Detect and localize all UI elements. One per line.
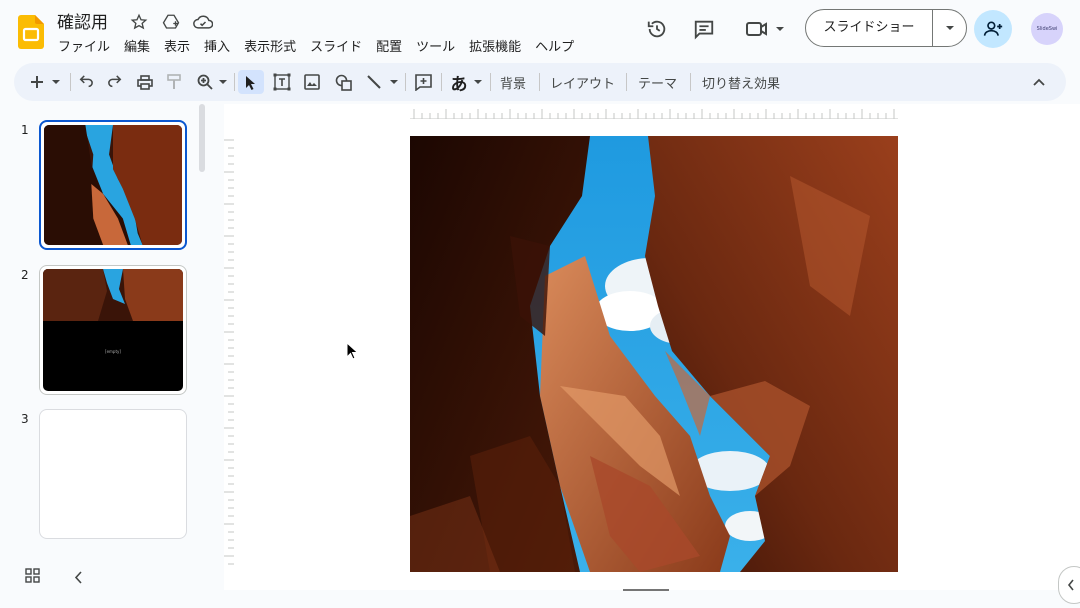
print-icon[interactable] [135,70,155,94]
menu-edit[interactable]: 編集 [124,36,157,55]
toolbar-divider [690,73,691,91]
star-icon[interactable] [128,11,150,33]
paint-format-icon[interactable] [164,70,184,94]
slide-canvas[interactable] [410,136,898,572]
side-panel-toggle[interactable] [1058,566,1080,604]
line-dropdown-icon[interactable] [388,70,400,94]
text-box-icon[interactable] [271,70,293,94]
slide-2-preview: [empty] [43,269,183,391]
shape-icon[interactable] [333,70,353,94]
document-title[interactable]: 確認用 [57,8,108,33]
slide-2-caption: [empty] [105,349,121,354]
account-avatar[interactable]: SlideSwi [1031,13,1063,45]
menu-help[interactable]: ヘルプ [535,36,581,55]
slideshow-dropdown-icon[interactable] [933,25,966,31]
filmstrip: 1 2 [empty] 3 [0,104,212,564]
canyon-photo[interactable] [410,136,898,572]
share-button[interactable] [974,10,1012,48]
mouse-cursor-icon [346,341,359,364]
menu-insert[interactable]: 挿入 [204,36,237,55]
layout-button[interactable]: レイアウト [550,73,615,92]
redo-icon[interactable] [106,70,124,94]
new-slide-dropdown-icon[interactable] [50,70,62,94]
toolbar-divider [539,73,540,91]
avatar-text: SlideSwi [1036,26,1058,32]
comments-icon[interactable] [690,15,718,43]
line-icon[interactable] [364,70,384,94]
slide-thumbnail-3[interactable] [39,409,187,539]
cloud-saved-icon[interactable] [192,11,214,33]
menu-format[interactable]: 表示形式 [244,36,303,55]
canyon-thumbnail-image [44,125,182,245]
meet-camera-icon[interactable] [742,15,788,43]
background-button[interactable]: 背景 [500,73,526,92]
menu-bar: ファイル 編集 表示 挿入 表示形式 スライド 配置 ツール 拡張機能 ヘルプ [58,36,588,55]
version-history-icon[interactable] [643,15,671,43]
toolbar-divider [626,73,627,91]
add-comment-icon[interactable] [412,70,434,94]
input-tools-dropdown-icon[interactable] [472,70,484,94]
toolbar-divider [234,73,235,91]
menu-extensions[interactable]: 拡張機能 [469,36,528,55]
canvas-horizontal-scrollbar[interactable] [623,589,669,591]
menu-slide[interactable]: スライド [310,36,369,55]
slide-thumbnail-2[interactable]: [empty] [39,265,187,395]
chevron-left-icon [1067,579,1074,591]
move-to-drive-icon[interactable] [160,11,182,33]
toolbar-divider [70,73,71,91]
slide-number: 1 [21,123,29,137]
menu-arrange[interactable]: 配置 [376,36,409,55]
slides-app: 確認用 ファイル 編集 表示 挿入 表示形式 スライド 配置 ツール 拡張機能 … [0,0,1080,608]
transition-button[interactable]: 切り替え効果 [702,73,780,92]
collapse-filmstrip-icon[interactable] [74,569,84,588]
slideshow-label[interactable]: スライドショー [806,9,933,47]
slideshow-button[interactable]: スライドショー [805,9,967,47]
zoom-icon[interactable] [195,70,215,94]
select-tool-icon[interactable] [238,70,264,94]
toolbar: あ 背景 レイアウト テーマ 切り替え効果 [14,63,1066,101]
slide-number: 3 [21,412,29,426]
grid-view-icon[interactable] [25,568,40,587]
toolbar-divider [490,73,491,91]
slide-thumbnail-1[interactable] [39,120,187,250]
horizontal-ruler [410,104,898,120]
vertical-ruler [224,136,234,572]
toolbar-divider [441,73,442,91]
input-tools-button[interactable]: あ [448,70,470,95]
filmstrip-scrollbar[interactable] [199,104,205,172]
collapse-toolbar-icon[interactable] [1030,70,1048,94]
zoom-dropdown-icon[interactable] [217,70,229,94]
theme-button[interactable]: テーマ [638,73,677,92]
menu-file[interactable]: ファイル [58,36,117,55]
add-person-icon [983,21,1003,36]
insert-image-icon[interactable] [302,70,322,94]
toolbar-divider [405,73,406,91]
slide-number: 2 [21,268,29,282]
filmstrip-footer [0,560,212,594]
header: 確認用 ファイル 編集 表示 挿入 表示形式 スライド 配置 ツール 拡張機能 … [0,0,1080,62]
menu-view[interactable]: 表示 [164,36,197,55]
new-slide-plus-icon[interactable] [28,70,46,94]
undo-icon[interactable] [77,70,95,94]
menu-tools[interactable]: ツール [416,36,462,55]
title-icons [128,11,214,33]
slides-logo-icon[interactable] [18,15,44,49]
